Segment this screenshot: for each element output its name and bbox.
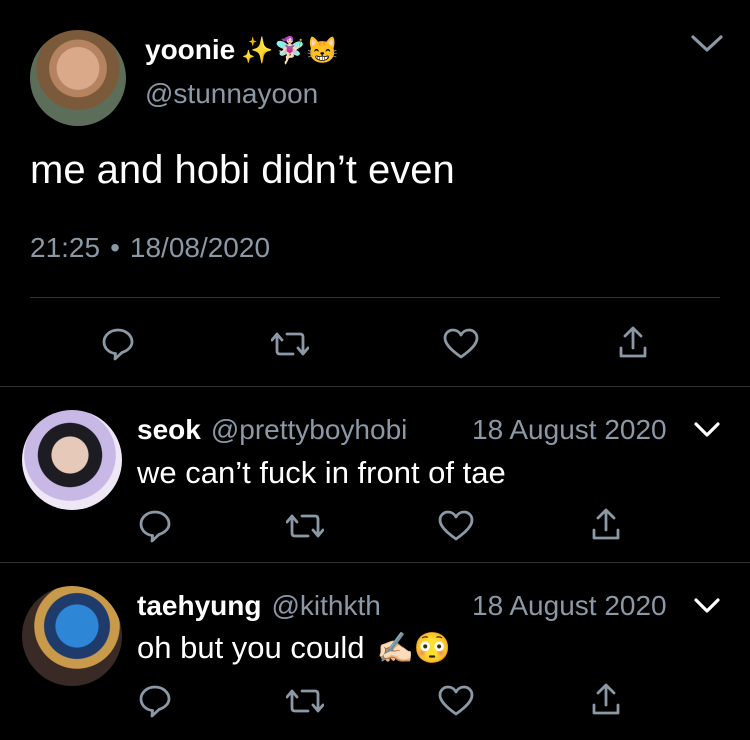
chevron-down-icon[interactable] xyxy=(690,34,724,54)
tweet-time[interactable]: 21:25 xyxy=(30,232,100,264)
user-handle[interactable]: @prettyboyhobi xyxy=(211,414,408,446)
reply-header: seok @prettyboyhobi xyxy=(137,414,407,446)
reply-date[interactable]: 18 August 2020 xyxy=(472,590,667,622)
reply-date[interactable]: 18 August 2020 xyxy=(472,414,667,446)
avatar-seok[interactable] xyxy=(22,410,122,510)
main-tweet-header: yoonie ✨🧚🏻‍♀️😸 xyxy=(145,34,338,66)
like-icon[interactable] xyxy=(443,328,479,360)
meta-separator: • xyxy=(110,232,120,263)
share-icon[interactable] xyxy=(591,506,621,542)
reply-icon[interactable] xyxy=(101,327,135,361)
tweet-date[interactable]: 18/08/2020 xyxy=(130,232,270,264)
retweet-icon[interactable] xyxy=(271,327,309,361)
tweet-text: me and hobi didn’t even xyxy=(30,148,455,192)
like-icon[interactable] xyxy=(438,510,474,542)
retweet-icon[interactable] xyxy=(286,509,324,543)
like-icon[interactable] xyxy=(438,685,474,717)
divider xyxy=(30,297,720,298)
reply-text: oh but you could xyxy=(137,630,365,665)
display-name[interactable]: yoonie xyxy=(145,34,235,66)
user-handle[interactable]: @kithkth xyxy=(271,590,380,622)
reply-icon[interactable] xyxy=(138,684,172,718)
user-handle[interactable]: @stunnayoon xyxy=(145,78,318,110)
avatar-taehyung[interactable] xyxy=(22,586,122,686)
display-name[interactable]: seok xyxy=(137,414,201,446)
reply-emojis: ✍🏻😳 xyxy=(376,631,452,665)
reply-text: we can’t fuck in front of tae xyxy=(137,455,506,490)
reply-header: taehyung @kithkth xyxy=(137,590,381,622)
chevron-down-icon[interactable] xyxy=(694,422,720,438)
avatar-yoonie[interactable] xyxy=(30,30,126,126)
display-name[interactable]: taehyung xyxy=(137,590,261,622)
reply-icon[interactable] xyxy=(138,509,172,543)
reply-body: oh but you could ✍🏻😳 xyxy=(137,630,451,666)
tweet-meta: 21:25 • 18/08/2020 xyxy=(30,232,270,264)
divider xyxy=(0,386,750,387)
share-icon[interactable] xyxy=(591,681,621,717)
name-emojis: ✨🧚🏻‍♀️😸 xyxy=(241,34,339,65)
chevron-down-icon[interactable] xyxy=(694,598,720,614)
share-icon[interactable] xyxy=(618,324,648,360)
divider xyxy=(0,562,750,563)
retweet-icon[interactable] xyxy=(286,684,324,718)
